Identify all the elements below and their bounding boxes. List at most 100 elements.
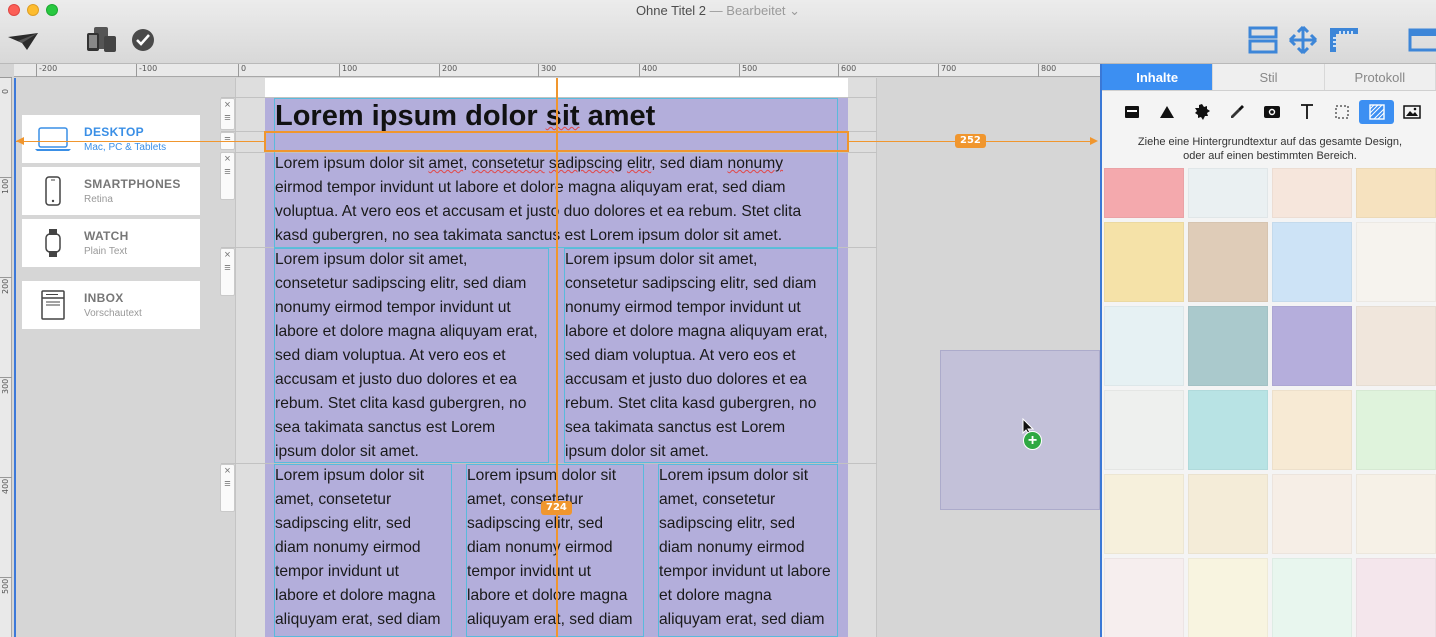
texture-icon[interactable] <box>1359 100 1394 124</box>
selection-icon[interactable] <box>1324 100 1359 124</box>
text-line: tempor invidunt ut <box>467 563 591 580</box>
texture-swatch[interactable] <box>1188 168 1268 218</box>
text-line: Lorem ipsum dolor sit <box>467 467 617 484</box>
headline-text[interactable]: Lorem ipsum dolor sit amet <box>275 99 655 133</box>
texture-swatch[interactable] <box>1104 222 1184 302</box>
drag-handle-icon[interactable]: ≡ <box>221 133 234 147</box>
tab-protokoll[interactable]: Protokoll <box>1324 64 1436 90</box>
width-badge: 724 <box>541 501 572 515</box>
texture-swatch[interactable] <box>1356 474 1436 554</box>
text-line: rebum. Stet clita kasd gubergren, no <box>565 395 817 412</box>
text-line: sea takimata sanctus est Lorem <box>275 419 496 436</box>
text-line: Lorem ipsum dolor sit <box>275 467 425 484</box>
texture-swatch[interactable] <box>1272 558 1352 637</box>
column-text-left[interactable]: Lorem ipsum dolor sit amet, consetetur s… <box>275 248 547 464</box>
drag-handle-icon[interactable]: ≡ <box>221 165 234 179</box>
tab-stil[interactable]: Stil <box>1213 64 1325 90</box>
texture-swatch[interactable] <box>1188 306 1268 386</box>
eyedropper-icon[interactable] <box>1219 100 1254 124</box>
vertical-ruler[interactable]: 0 100 200 300 400 500 <box>0 77 12 637</box>
text-line: sed diam voluptua. At vero eos et <box>275 347 506 364</box>
texture-swatch[interactable] <box>1356 558 1436 637</box>
close-icon[interactable]: × <box>221 249 234 261</box>
device-subtitle: Mac, PC & Tablets <box>84 142 167 153</box>
text-icon[interactable] <box>1289 100 1324 124</box>
ruler-h-label: 800 <box>1038 64 1056 77</box>
text-line: nonumy eirmod tempor invidunt ut <box>275 299 511 316</box>
close-icon[interactable]: × <box>221 153 234 165</box>
row-handle[interactable]: × ≡ <box>220 98 235 130</box>
ruler-h-label: 300 <box>538 64 556 77</box>
row-handle[interactable]: × ≡ <box>220 152 235 200</box>
video-icon[interactable] <box>1254 100 1289 124</box>
device-subtitle: Vorschautext <box>84 308 142 319</box>
drag-handle-icon[interactable]: ≡ <box>221 261 234 275</box>
texture-swatch[interactable] <box>1104 390 1184 470</box>
texture-swatch[interactable] <box>1188 474 1268 554</box>
device-title: DESKTOP <box>84 125 144 139</box>
texture-swatch[interactable] <box>1272 222 1352 302</box>
device-watch[interactable]: WATCH Plain Text <box>21 218 201 268</box>
hint-line: oder auf einen bestimmten Bereich. <box>1183 150 1357 162</box>
texture-swatch[interactable] <box>1188 222 1268 302</box>
window-title: Ohne Titel 2 — Bearbeitet ⌄ <box>0 3 1436 19</box>
device-smartphones[interactable]: SMARTPHONES Retina <box>21 166 201 216</box>
paper-plane-icon[interactable] <box>6 30 40 52</box>
text-line: et dolore magna <box>659 587 772 604</box>
layout-icon[interactable] <box>1248 26 1278 54</box>
triangle-icon[interactable] <box>1149 100 1184 124</box>
column-text-2[interactable]: Lorem ipsum dolor sit amet, consetetur s… <box>467 464 643 632</box>
texture-swatch[interactable] <box>1104 306 1184 386</box>
column-text-1[interactable]: Lorem ipsum dolor sit amet, consetetur s… <box>275 464 451 632</box>
texture-swatch[interactable] <box>1188 390 1268 470</box>
texture-swatch[interactable] <box>1104 558 1184 637</box>
horizontal-ruler[interactable]: -200 -100 0 100 200 300 400 500 600 700 … <box>14 64 1100 77</box>
close-icon[interactable]: × <box>221 99 234 111</box>
paragraph-text[interactable]: Lorem ipsum dolor sit amet, consetetur s… <box>275 152 835 248</box>
texture-swatch[interactable] <box>1272 168 1352 218</box>
texture-swatch[interactable] <box>1356 306 1436 386</box>
ruler-icon[interactable] <box>1328 26 1360 54</box>
device-inbox[interactable]: INBOX Vorschautext <box>21 280 201 330</box>
image-icon[interactable] <box>1394 100 1429 124</box>
devices-icon[interactable] <box>84 26 118 54</box>
texture-swatch[interactable] <box>1104 168 1184 218</box>
drag-handle-icon[interactable]: ≡ <box>221 477 234 491</box>
texture-swatch[interactable] <box>1272 474 1352 554</box>
edited-status[interactable]: — Bearbeitet ⌄ <box>706 3 800 18</box>
mail-block-icon[interactable] <box>1114 100 1149 124</box>
row-handle[interactable]: × ≡ <box>220 464 235 512</box>
text-line: sadipscing elitr, sed <box>659 515 796 532</box>
texture-swatch[interactable] <box>1356 390 1436 470</box>
tab-inhalte[interactable]: Inhalte <box>1102 64 1214 90</box>
checkmark-icon[interactable] <box>132 29 154 51</box>
arrow-left-icon <box>16 137 24 145</box>
ruler-v-label: 0 <box>1 88 10 94</box>
close-icon[interactable]: × <box>221 465 234 477</box>
arrow-right-icon <box>1090 137 1098 145</box>
badge-icon[interactable] <box>1184 100 1219 124</box>
column-text-3[interactable]: Lorem ipsum dolor sit amet, consetetur s… <box>659 464 839 632</box>
panel-icon[interactable] <box>1408 28 1436 52</box>
texture-swatch[interactable] <box>1188 558 1268 637</box>
texture-swatch[interactable] <box>1272 390 1352 470</box>
drag-handle-icon[interactable]: ≡ <box>221 111 234 125</box>
texture-swatch[interactable] <box>1356 168 1436 218</box>
text-line: sea takimata sanctus est Lorem <box>565 419 786 436</box>
selection-edge <box>14 78 16 637</box>
text-line: tempor invidunt ut <box>275 563 399 580</box>
device-desktop[interactable]: DESKTOP Mac, PC & Tablets <box>21 114 201 164</box>
move-arrows-icon[interactable] <box>1288 26 1318 54</box>
device-title: WATCH <box>84 229 129 243</box>
text-line: kasd gubergren, no sea takimata sanctus … <box>275 227 783 244</box>
column-text-right[interactable]: Lorem ipsum dolor sit amet, consetetur s… <box>565 248 837 464</box>
texture-swatch[interactable] <box>1272 306 1352 386</box>
device-title: SMARTPHONES <box>84 177 181 191</box>
row-handle[interactable]: × ≡ <box>220 248 235 296</box>
ruler-v-label: 300 <box>1 378 10 394</box>
texture-swatch[interactable] <box>1104 474 1184 554</box>
texture-swatch[interactable] <box>1356 222 1436 302</box>
app-window: Ohne Titel 2 — Bearbeitet ⌄ -200 -100 0 … <box>0 0 1436 637</box>
device-subtitle: Plain Text <box>84 246 128 257</box>
text-line: amet, consetetur <box>659 491 776 508</box>
